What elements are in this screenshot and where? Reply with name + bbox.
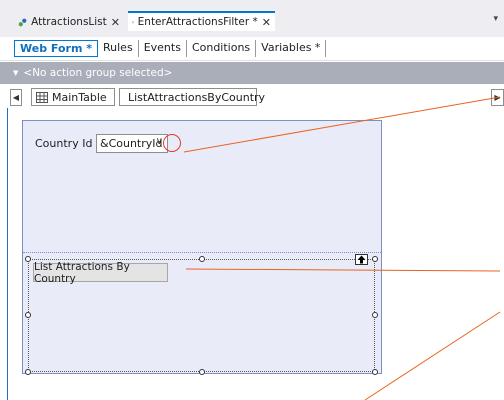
select-parent-icon[interactable] bbox=[355, 254, 368, 265]
document-tabs: AttractionsList ✕ EnterAttractionsFilter… bbox=[0, 0, 504, 37]
object-icon bbox=[18, 18, 27, 26]
country-id-value: &CountryId bbox=[100, 137, 163, 150]
resize-handle[interactable] bbox=[372, 256, 378, 262]
action-group-label: <No action group selected> bbox=[23, 67, 173, 79]
tab-label: AttractionsList bbox=[31, 16, 107, 28]
tab-enter-attractions-filter[interactable]: EnterAttractionsFilter * ✕ bbox=[128, 11, 275, 31]
resize-handle[interactable] bbox=[25, 369, 31, 375]
arrow-up-icon bbox=[357, 255, 366, 264]
resize-handle[interactable] bbox=[25, 256, 31, 262]
country-id-label: Country Id bbox=[35, 137, 93, 150]
tab-conditions[interactable]: Conditions bbox=[187, 40, 257, 57]
form-row-button: List Attractions By Country bbox=[23, 252, 381, 375]
table-icon bbox=[36, 91, 48, 103]
annotation-line bbox=[364, 311, 501, 400]
editor-window: AttractionsList ✕ EnterAttractionsFilter… bbox=[0, 0, 504, 400]
close-icon[interactable]: ✕ bbox=[262, 16, 271, 29]
tab-variables[interactable]: Variables * bbox=[256, 40, 327, 57]
resize-handle[interactable] bbox=[372, 312, 378, 318]
webpanel-icon bbox=[132, 21, 134, 23]
highlight-circle bbox=[163, 134, 181, 152]
breadcrumb-label: ListAttractionsByCountry bbox=[128, 90, 266, 104]
tab-rules[interactable]: Rules bbox=[98, 40, 139, 57]
action-group-bar[interactable]: ▼ <No action group selected> bbox=[0, 62, 504, 84]
tab-events[interactable]: Events bbox=[139, 40, 187, 57]
collapse-icon[interactable]: ▼ bbox=[13, 69, 18, 77]
resize-handle[interactable] bbox=[199, 369, 205, 375]
resize-handle[interactable] bbox=[372, 369, 378, 375]
form-row-country: Country Id &CountryId ∨ bbox=[23, 121, 381, 252]
object-part-tabs: Web Form * Rules Events Conditions Varia… bbox=[0, 37, 504, 61]
tab-web-form[interactable]: Web Form * bbox=[14, 40, 98, 57]
country-id-combo[interactable]: &CountryId ∨ bbox=[96, 134, 168, 153]
chevron-down-icon[interactable]: ∨ bbox=[156, 136, 163, 147]
resize-handle[interactable] bbox=[199, 256, 205, 262]
list-attractions-button[interactable]: List Attractions By Country bbox=[33, 261, 168, 285]
tab-attractions-list[interactable]: AttractionsList ✕ bbox=[14, 13, 124, 31]
resize-handle[interactable] bbox=[25, 312, 31, 318]
breadcrumb-list-attractions-by-country[interactable]: ListAttractionsByCountry bbox=[119, 88, 265, 106]
breadcrumb-label: MainTable bbox=[52, 90, 107, 104]
editor-left-border bbox=[7, 108, 8, 400]
main-table[interactable]: Country Id &CountryId ∨ List Attractions… bbox=[22, 120, 382, 375]
breadcrumb-main-table[interactable]: MainTable bbox=[31, 88, 115, 106]
tab-list-dropdown-icon[interactable]: ▾ bbox=[493, 14, 498, 24]
breadcrumb: ◀ MainTable ListAttractionsByCountry ▶ bbox=[0, 86, 504, 108]
scroll-left-button[interactable]: ◀ bbox=[10, 88, 22, 106]
scroll-right-button[interactable]: ▶ bbox=[491, 88, 504, 106]
close-icon[interactable]: ✕ bbox=[111, 16, 120, 29]
tab-label: EnterAttractionsFilter * bbox=[137, 16, 258, 28]
